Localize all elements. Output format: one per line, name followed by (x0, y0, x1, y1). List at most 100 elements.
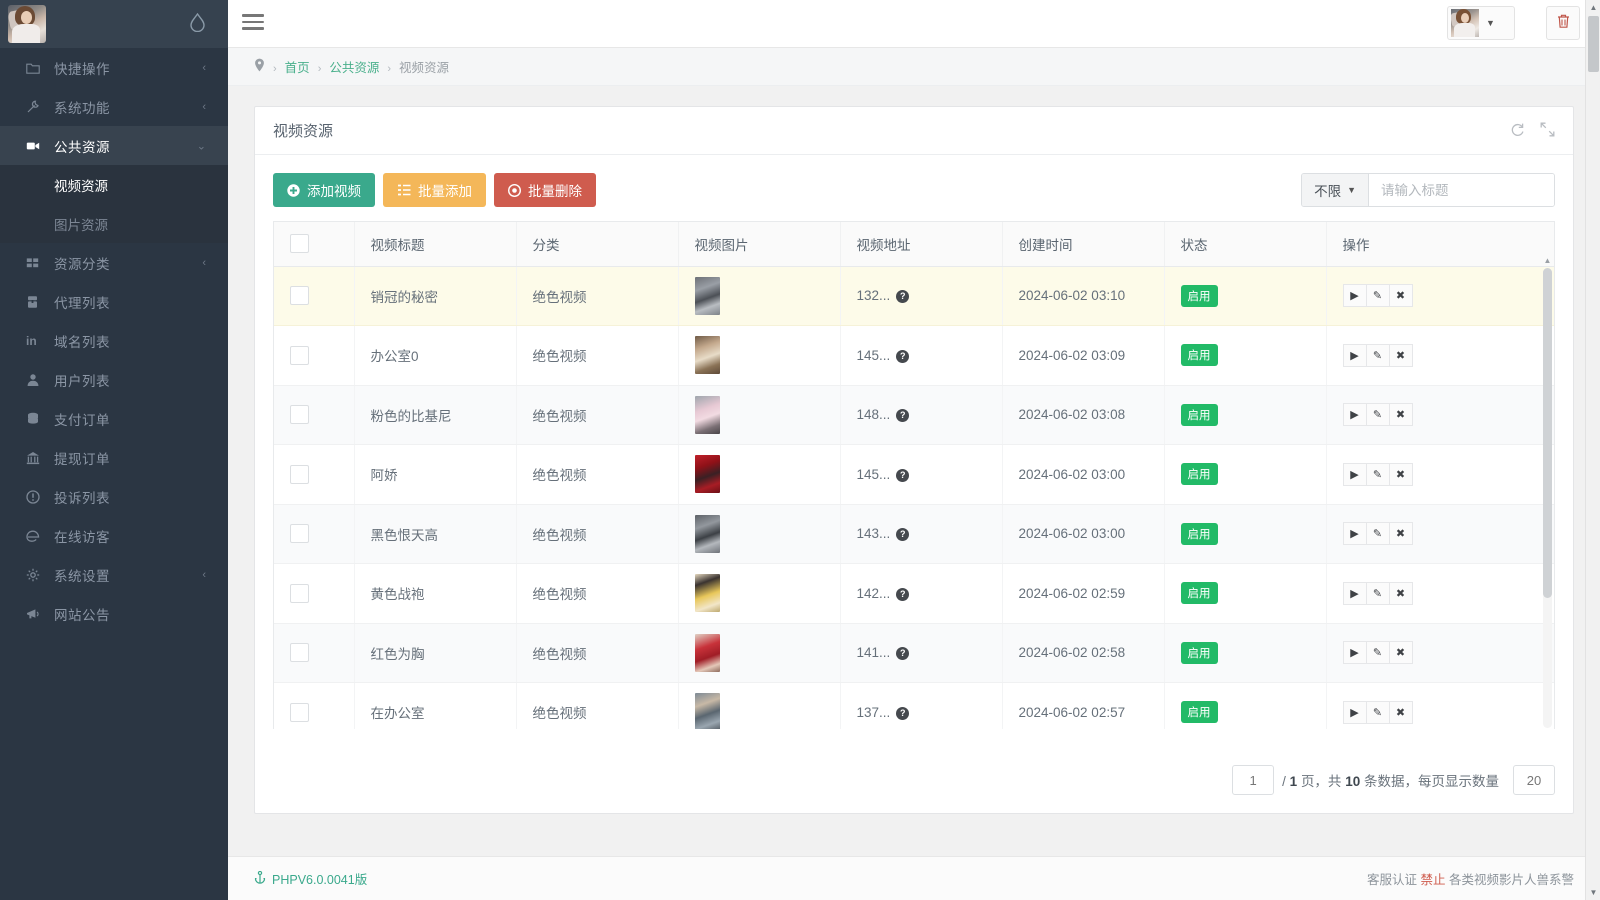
play-icon[interactable]: ▶ (1342, 403, 1367, 427)
page-scrollbar-thumb[interactable] (1588, 16, 1599, 72)
row-checkbox[interactable] (290, 524, 309, 544)
search-scope-select[interactable]: 不限 ▼ (1302, 174, 1369, 206)
edit-pencil-icon[interactable]: ✎ (1365, 581, 1390, 605)
video-thumbnail[interactable] (694, 693, 720, 729)
page-size-input[interactable] (1513, 765, 1555, 795)
scroll-up-arrow-icon[interactable]: ▲ (1586, 0, 1600, 15)
sidebar-item-5[interactable]: in 域名列表 (0, 321, 228, 360)
th-category[interactable]: 分类 (516, 222, 679, 267)
page-number-input[interactable] (1232, 765, 1275, 795)
add-video-button[interactable]: 添加视频 (273, 173, 375, 207)
sidebar-item-10[interactable]: 在线访客 (0, 516, 228, 555)
edit-pencil-icon[interactable]: ✎ (1365, 462, 1390, 486)
video-thumbnail[interactable] (694, 276, 720, 315)
page-scrollbar[interactable]: ▲ ▼ (1585, 0, 1600, 900)
table-row[interactable]: 红色为胸 绝色视频 141...? 2024-06-02 02:58 启用 ▶ ✎ ✖ (274, 623, 1554, 683)
question-circle-icon[interactable]: ? (896, 290, 910, 304)
table-row[interactable]: 销冠的秘密 绝色视频 132...? 2024-06-02 03:10 启用 ▶ ✎ ✖ (274, 266, 1554, 326)
th-title[interactable]: 视频标题 (354, 222, 517, 267)
sidebar-item-0[interactable]: 快捷操作 ‹ (0, 48, 228, 87)
user-menu-button[interactable]: ▼ (1447, 6, 1515, 40)
status-badge[interactable]: 启用 (1180, 701, 1218, 724)
row-checkbox[interactable] (290, 405, 309, 425)
sidebar-item-4[interactable]: 代理列表 (0, 282, 228, 321)
close-x-icon[interactable]: ✖ (1388, 462, 1413, 486)
play-icon[interactable]: ▶ (1342, 700, 1367, 724)
batch-delete-button[interactable]: 批量删除 (494, 173, 596, 207)
refresh-icon[interactable] (1510, 122, 1525, 140)
play-icon[interactable]: ▶ (1342, 343, 1367, 367)
row-checkbox[interactable] (290, 702, 309, 722)
scroll-down-arrow-icon[interactable]: ▼ (1586, 885, 1600, 900)
edit-pencil-icon[interactable]: ✎ (1365, 343, 1390, 367)
th-image[interactable]: 视频图片 (678, 222, 841, 267)
close-x-icon[interactable]: ✖ (1388, 284, 1413, 308)
select-all-checkbox[interactable] (290, 234, 309, 254)
row-checkbox[interactable] (290, 583, 309, 603)
question-circle-icon[interactable]: ? (896, 468, 910, 482)
table-row[interactable]: 阿娇 绝色视频 145...? 2024-06-02 03:00 启用 ▶ ✎ ✖ (274, 444, 1554, 505)
sidebar-item-12[interactable]: 网站公告 (0, 594, 228, 633)
caret-up-icon[interactable]: ▲ (1543, 256, 1552, 265)
batch-add-button[interactable]: 批量添加 (383, 173, 486, 207)
question-circle-icon[interactable]: ? (896, 587, 910, 601)
edit-pencil-icon[interactable]: ✎ (1365, 641, 1390, 665)
sidebar-subitem-0[interactable]: 视频资源 (0, 165, 228, 204)
video-thumbnail[interactable] (694, 455, 720, 494)
th-created[interactable]: 创建时间 (1002, 222, 1165, 267)
edit-pencil-icon[interactable]: ✎ (1365, 700, 1390, 724)
video-thumbnail[interactable] (694, 336, 720, 375)
search-input[interactable] (1369, 174, 1554, 206)
edit-pencil-icon[interactable]: ✎ (1365, 403, 1390, 427)
sidebar-item-8[interactable]: 提现订单 (0, 438, 228, 477)
close-x-icon[interactable]: ✖ (1388, 343, 1413, 367)
close-x-icon[interactable]: ✖ (1388, 581, 1413, 605)
table-row[interactable]: 黄色战袍 绝色视频 142...? 2024-06-02 02:59 启用 ▶ ✎ ✖ (274, 563, 1554, 624)
th-address[interactable]: 视频地址 (840, 222, 1003, 267)
sidebar-item-6[interactable]: 用户列表 (0, 360, 228, 399)
play-icon[interactable]: ▶ (1342, 581, 1367, 605)
video-thumbnail[interactable] (694, 574, 720, 613)
status-badge[interactable]: 启用 (1180, 582, 1218, 605)
status-badge[interactable]: 启用 (1180, 463, 1218, 486)
sidebar-item-1[interactable]: 系统功能 ‹ (0, 87, 228, 126)
question-circle-icon[interactable]: ? (896, 349, 910, 363)
sidebar-item-3[interactable]: 资源分类 ‹ (0, 243, 228, 282)
row-checkbox[interactable] (290, 345, 309, 365)
status-badge[interactable]: 启用 (1180, 403, 1218, 426)
breadcrumb-item-2[interactable]: 视频资源 (399, 61, 449, 75)
table-scrollbar-thumb[interactable] (1543, 268, 1552, 598)
video-thumbnail[interactable] (694, 633, 720, 672)
close-x-icon[interactable]: ✖ (1388, 700, 1413, 724)
question-circle-icon[interactable]: ? (896, 528, 910, 542)
video-thumbnail[interactable] (694, 395, 720, 434)
close-x-icon[interactable]: ✖ (1388, 522, 1413, 546)
row-checkbox[interactable] (290, 286, 309, 306)
close-x-icon[interactable]: ✖ (1388, 641, 1413, 665)
clear-cache-button[interactable] (1546, 6, 1580, 40)
table-row[interactable]: 黑色恨天高 绝色视频 143...? 2024-06-02 03:00 启用 ▶ ✎ ✖ (274, 504, 1554, 564)
play-icon[interactable]: ▶ (1342, 462, 1367, 486)
status-badge[interactable]: 启用 (1180, 641, 1218, 664)
sidebar-item-2[interactable]: 公共资源 ⌄ (0, 126, 228, 165)
close-x-icon[interactable]: ✖ (1388, 403, 1413, 427)
question-circle-icon[interactable]: ? (896, 647, 910, 661)
table-row[interactable]: 办公室0 绝色视频 145...? 2024-06-02 03:09 启用 ▶ ✎ ✖ (274, 325, 1554, 386)
expand-icon[interactable] (1540, 122, 1555, 140)
sidebar-item-7[interactable]: 支付订单 (0, 399, 228, 438)
video-thumbnail[interactable] (694, 514, 720, 553)
table-row[interactable]: 在办公室 绝色视频 137...? 2024-06-02 02:57 启用 ▶ ✎ ✖ (274, 682, 1554, 729)
question-circle-icon[interactable]: ? (896, 409, 910, 423)
status-badge[interactable]: 启用 (1180, 522, 1218, 545)
breadcrumb-item-0[interactable]: 首页 (285, 61, 310, 75)
edit-pencil-icon[interactable]: ✎ (1365, 284, 1390, 308)
row-checkbox[interactable] (290, 643, 309, 663)
breadcrumb-item-1[interactable]: 公共资源 (329, 61, 379, 75)
table-row[interactable]: 粉色的比基尼 绝色视频 148...? 2024-06-02 03:08 启用 ▶ ✎ ✖ (274, 385, 1554, 445)
row-checkbox[interactable] (290, 464, 309, 484)
th-status[interactable]: 状态 (1164, 222, 1327, 267)
sidebar-item-11[interactable]: 系统设置 ‹ (0, 555, 228, 594)
table-scrollbar[interactable]: ▲ ▼ (1543, 256, 1552, 728)
status-badge[interactable]: 启用 (1180, 344, 1218, 367)
edit-pencil-icon[interactable]: ✎ (1365, 522, 1390, 546)
